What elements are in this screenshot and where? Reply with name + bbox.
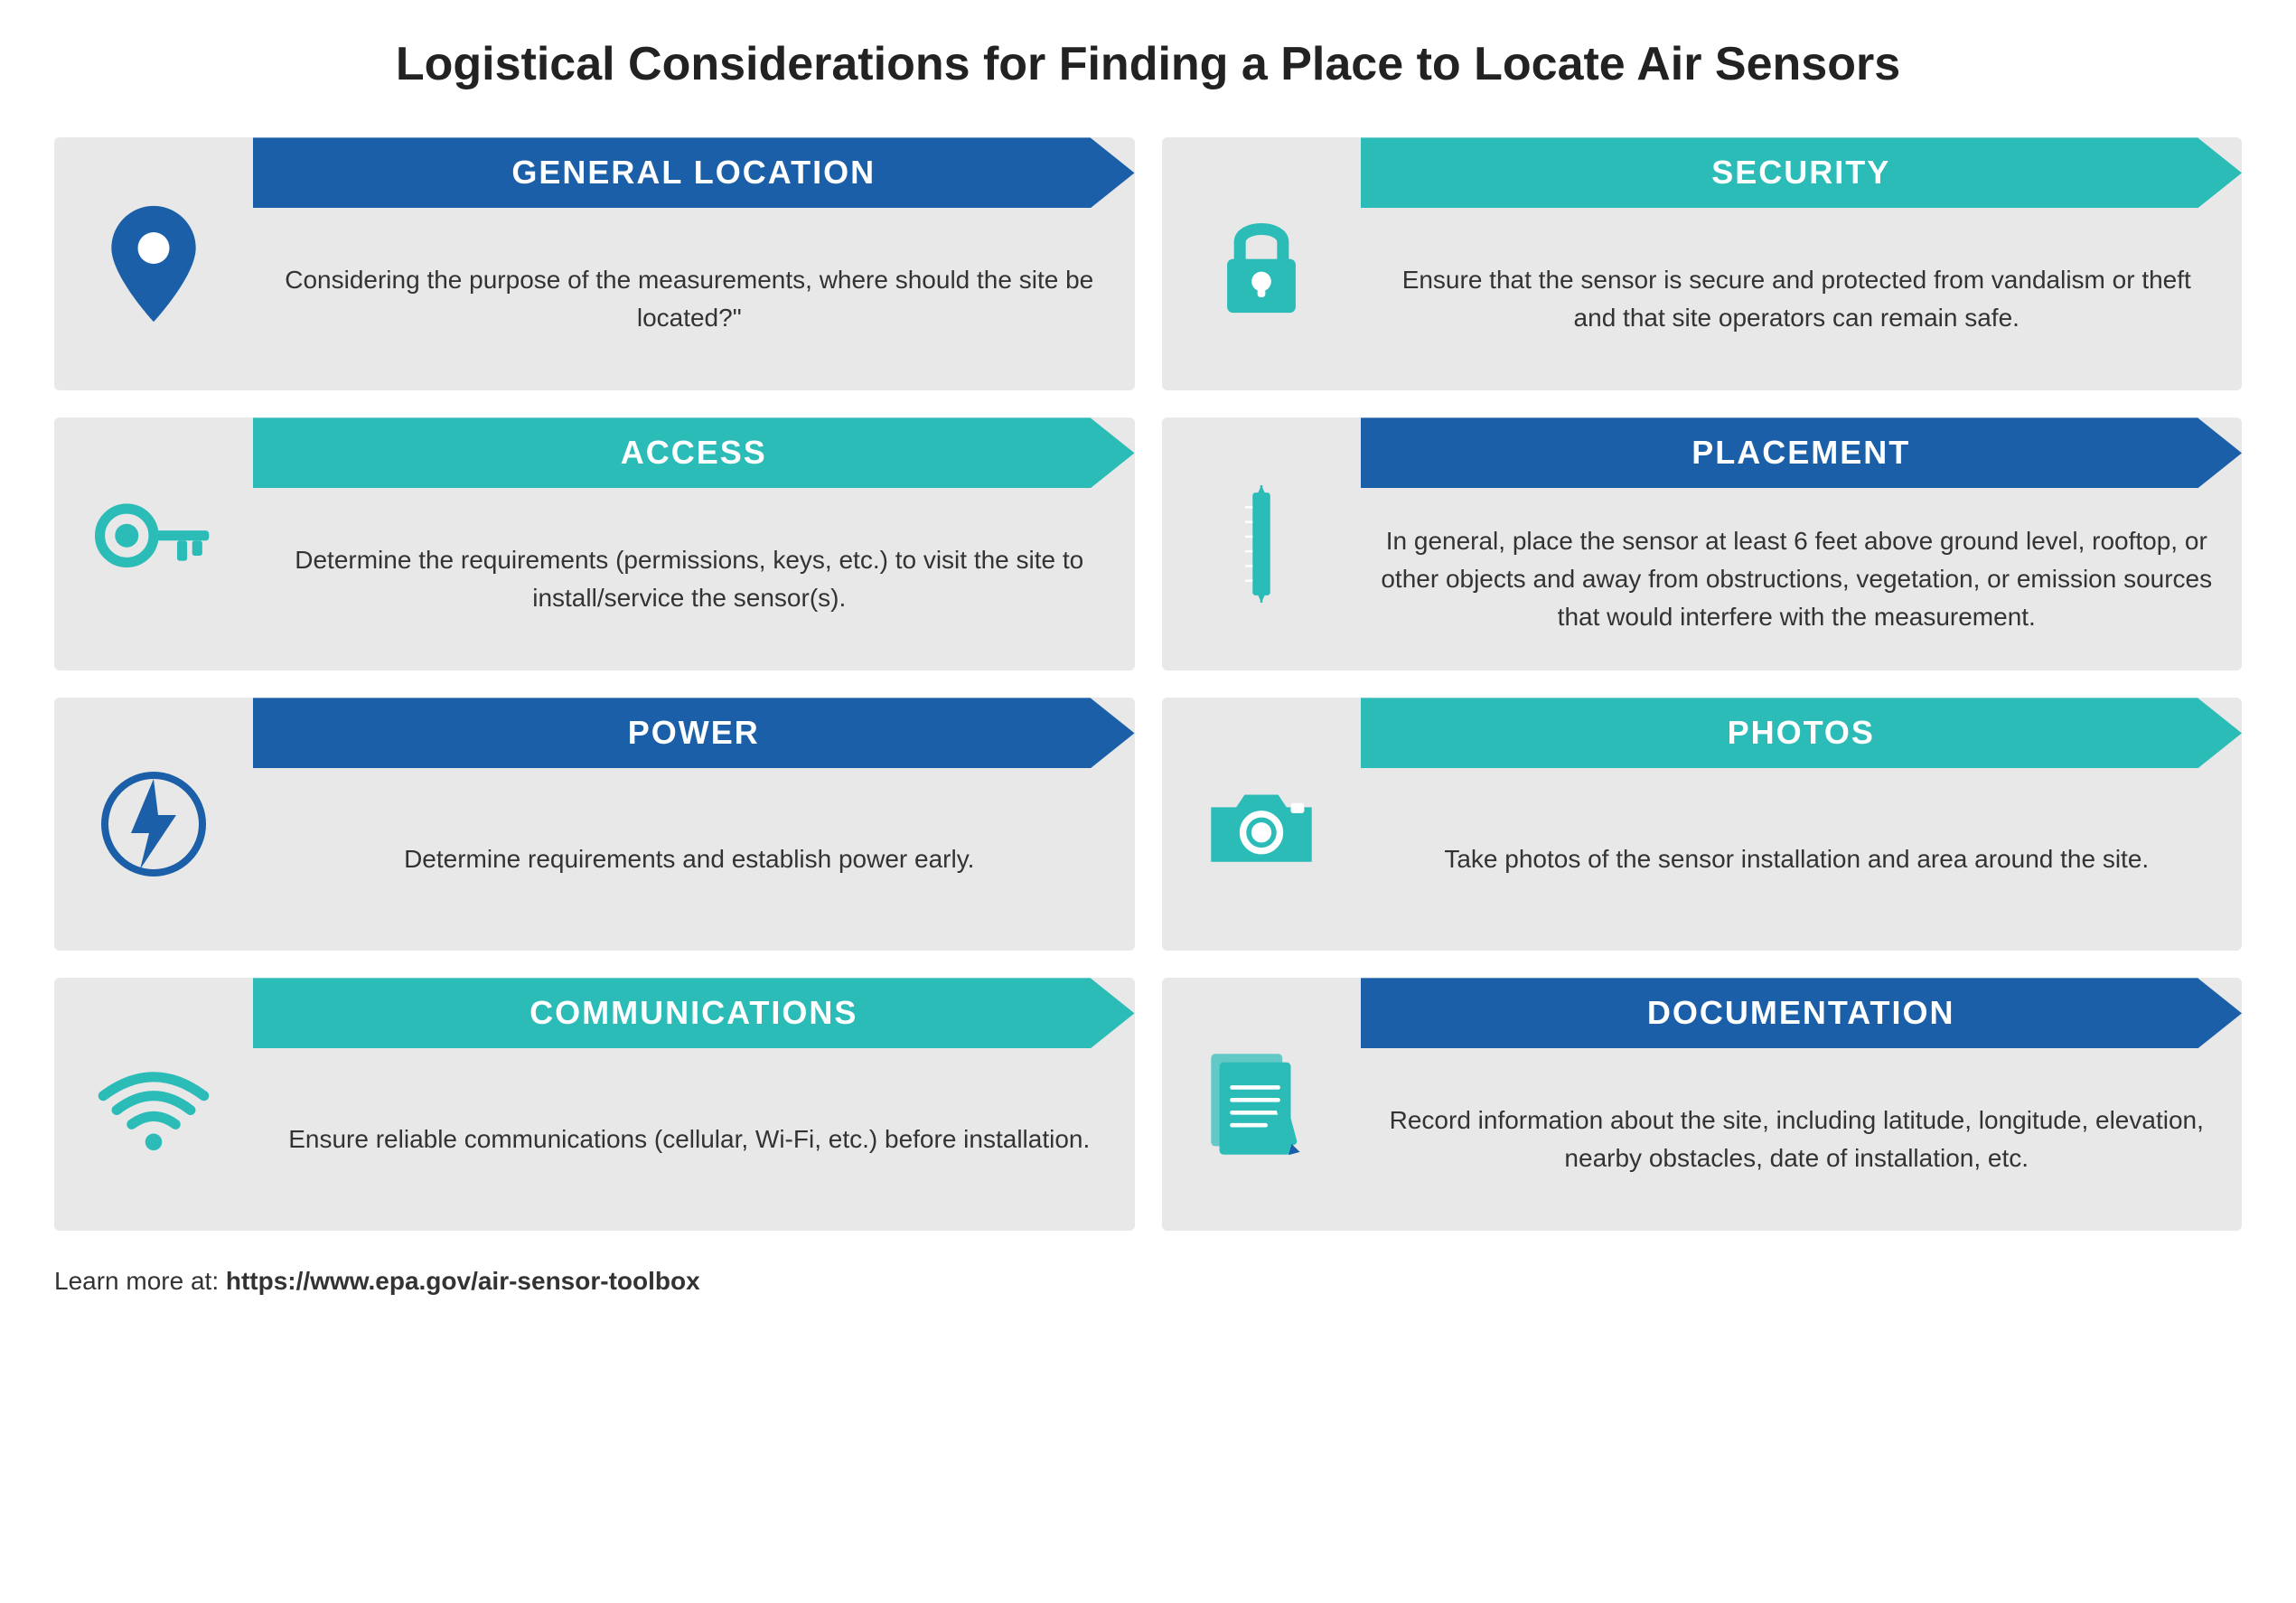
icon-area-ruler [1162, 417, 1361, 670]
card-header-security: SECURITY [1361, 137, 2243, 208]
card-header-label-placement: PLACEMENT [1692, 434, 1910, 472]
card-header-photos: PHOTOS [1361, 698, 2243, 768]
icon-area-location [54, 137, 253, 390]
card-content-power: POWER Determine requirements and establi… [253, 698, 1135, 951]
card-header-label-photos: PHOTOS [1728, 714, 1875, 752]
card-header-documentation: DOCUMENTATION [1361, 978, 2243, 1048]
card-body-access: Determine the requirements (permissions,… [253, 488, 1135, 670]
card-content-placement: PLACEMENT In general, place the sensor a… [1361, 417, 2243, 670]
icon-area-power [54, 698, 253, 951]
card-content-communications: COMMUNICATIONS Ensure reliable communica… [253, 978, 1135, 1231]
card-header-general-location: GENERAL LOCATION [253, 137, 1135, 208]
card-documentation: DOCUMENTATION Record information about t… [1162, 978, 2243, 1231]
card-access: ACCESS Determine the requirements (permi… [54, 417, 1135, 670]
card-content-photos: PHOTOS Take photos of the sensor install… [1361, 698, 2243, 951]
card-photos: PHOTOS Take photos of the sensor install… [1162, 698, 2243, 951]
card-content-documentation: DOCUMENTATION Record information about t… [1361, 978, 2243, 1231]
card-body-security: Ensure that the sensor is secure and pro… [1361, 208, 2243, 390]
card-header-label-communications: COMMUNICATIONS [529, 994, 857, 1032]
card-body-documentation: Record information about the site, inclu… [1361, 1048, 2243, 1231]
card-header-power: POWER [253, 698, 1135, 768]
footer-link[interactable]: https://www.epa.gov/air-sensor-toolbox [226, 1267, 700, 1295]
card-header-label-security: SECURITY [1711, 154, 1890, 192]
card-body-photos: Take photos of the sensor installation a… [1361, 768, 2243, 951]
card-header-label-documentation: DOCUMENTATION [1647, 994, 1955, 1032]
card-body-general-location: Considering the purpose of the measureme… [253, 208, 1135, 390]
card-placement: PLACEMENT In general, place the sensor a… [1162, 417, 2243, 670]
card-power: POWER Determine requirements and establi… [54, 698, 1135, 951]
icon-area-wifi [54, 978, 253, 1231]
footer-text: Learn more at: [54, 1267, 226, 1295]
card-security: SECURITY Ensure that the sensor is secur… [1162, 137, 2243, 390]
card-header-label-power: POWER [628, 714, 760, 752]
icon-area-camera [1162, 698, 1361, 951]
card-body-placement: In general, place the sensor at least 6 … [1361, 488, 2243, 670]
icon-area-key [54, 417, 253, 670]
card-header-communications: COMMUNICATIONS [253, 978, 1135, 1048]
footer: Learn more at: https://www.epa.gov/air-s… [54, 1267, 2242, 1296]
card-header-placement: PLACEMENT [1361, 417, 2243, 488]
card-general-location: GENERAL LOCATION Considering the purpose… [54, 137, 1135, 390]
card-content-access: ACCESS Determine the requirements (permi… [253, 417, 1135, 670]
card-body-power: Determine requirements and establish pow… [253, 768, 1135, 951]
page-title: Logistical Considerations for Finding a … [54, 36, 2242, 92]
card-header-access: ACCESS [253, 417, 1135, 488]
icon-area-document [1162, 978, 1361, 1231]
card-content-general-location: GENERAL LOCATION Considering the purpose… [253, 137, 1135, 390]
icon-area-lock [1162, 137, 1361, 390]
card-communications: COMMUNICATIONS Ensure reliable communica… [54, 978, 1135, 1231]
card-body-communications: Ensure reliable communications (cellular… [253, 1048, 1135, 1231]
card-grid: GENERAL LOCATION Considering the purpose… [54, 137, 2242, 1231]
card-header-label-general-location: GENERAL LOCATION [511, 154, 876, 192]
card-content-security: SECURITY Ensure that the sensor is secur… [1361, 137, 2243, 390]
card-header-label-access: ACCESS [621, 434, 767, 472]
